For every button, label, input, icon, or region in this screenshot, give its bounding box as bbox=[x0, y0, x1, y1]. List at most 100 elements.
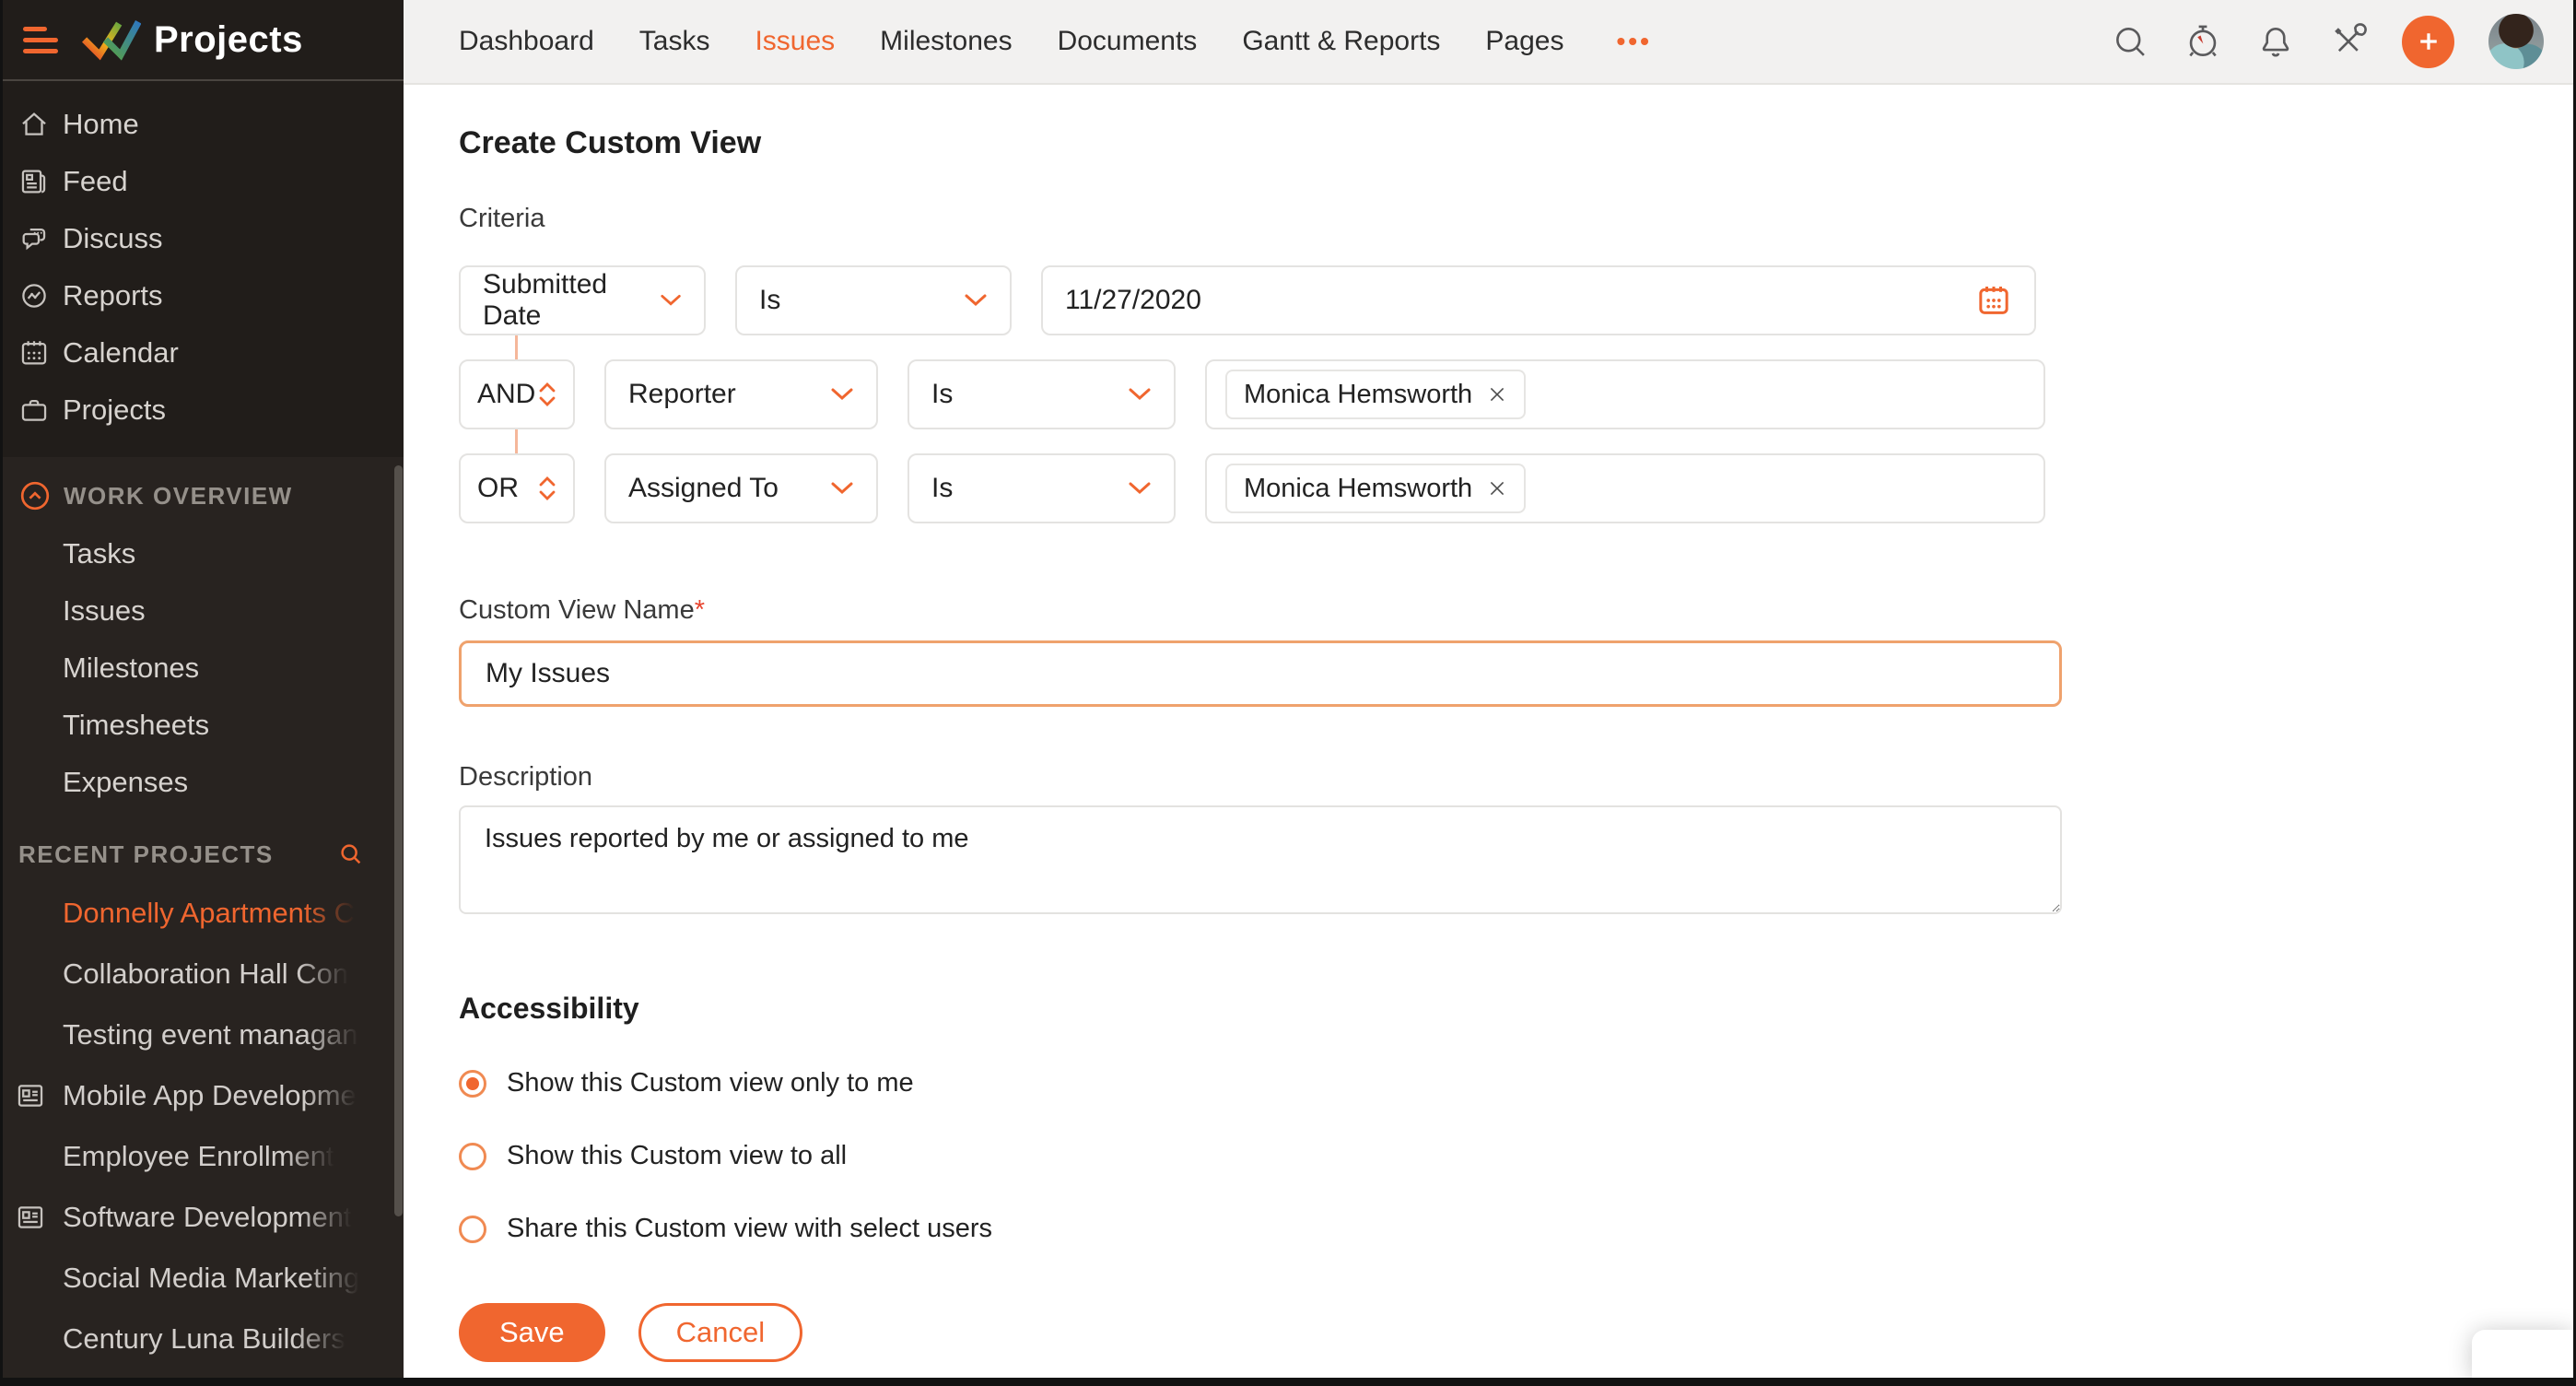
sub-item-label: Issues bbox=[63, 594, 146, 628]
sidebar: Projects Home Feed bbox=[3, 0, 404, 1378]
sidebar-item-discuss[interactable]: Discuss bbox=[3, 210, 404, 267]
tab-tasks[interactable]: Tasks bbox=[639, 26, 710, 57]
user-avatar[interactable] bbox=[2488, 14, 2544, 69]
project-label: Employee Enrollment bbox=[63, 1140, 334, 1173]
field-dropdown-value: Assigned To bbox=[628, 473, 779, 504]
app-window: Projects Home Feed bbox=[0, 0, 2576, 1386]
project-label: Social Media Marketing bbox=[63, 1262, 359, 1295]
field-dropdown-value: Submitted Date bbox=[483, 269, 660, 332]
app-title: Projects bbox=[154, 19, 303, 61]
sidebar-header: Projects bbox=[3, 0, 404, 81]
label-text: Custom View Name bbox=[459, 595, 695, 625]
sidebar-item-home[interactable]: Home bbox=[3, 96, 404, 153]
briefcase-icon bbox=[18, 394, 50, 426]
sidebar-item-reports[interactable]: Reports bbox=[3, 267, 404, 324]
radio-label: Show this Custom view only to me bbox=[507, 1068, 914, 1098]
search-icon[interactable] bbox=[2111, 22, 2149, 61]
project-item-software-development[interactable]: Software Development bbox=[3, 1187, 404, 1248]
date-value: 11/27/2020 bbox=[1065, 285, 1201, 316]
topbar-actions bbox=[2111, 14, 2544, 69]
criteria-row-1: Submitted Date Is 11/27/2020 bbox=[459, 265, 2573, 335]
remove-chip-icon[interactable] bbox=[1487, 384, 1507, 405]
value-picker-field[interactable]: Monica Hemsworth bbox=[1205, 453, 2045, 523]
recent-projects-header: RECENT PROJECTS bbox=[3, 826, 404, 883]
criteria-row-3: OR Assigned To Is Monica Hemsworth bbox=[459, 453, 2573, 523]
up-down-stepper-icon bbox=[538, 475, 556, 502]
sidebar-item-calendar[interactable]: Calendar bbox=[3, 324, 404, 382]
datepicker-calendar-icon[interactable] bbox=[1975, 282, 2012, 319]
project-label: Mobile App Developme bbox=[63, 1079, 357, 1112]
sidebar-item-label: Feed bbox=[63, 165, 128, 198]
sub-item-label: Tasks bbox=[63, 537, 135, 570]
sidebar-item-label: Home bbox=[63, 108, 139, 141]
sidebar-item-timesheets[interactable]: Timesheets bbox=[3, 697, 404, 754]
project-item-testing-event[interactable]: Testing event managan bbox=[3, 1004, 404, 1065]
sidebar-item-tasks[interactable]: Tasks bbox=[3, 525, 404, 582]
tab-dashboard[interactable]: Dashboard bbox=[459, 26, 594, 57]
condition-dropdown-value: Is bbox=[931, 379, 953, 410]
sub-item-label: Timesheets bbox=[63, 709, 209, 742]
condition-dropdown[interactable]: Is bbox=[907, 359, 1176, 429]
criteria-connector-line bbox=[515, 429, 518, 453]
operator-selector[interactable]: OR bbox=[459, 453, 575, 523]
field-dropdown[interactable]: Assigned To bbox=[604, 453, 878, 523]
save-button[interactable]: Save bbox=[459, 1303, 605, 1362]
project-item-collaboration-hall[interactable]: Collaboration Hall Con bbox=[3, 944, 404, 1004]
field-dropdown[interactable]: Reporter bbox=[604, 359, 878, 429]
reports-icon bbox=[18, 280, 50, 311]
radio-unselected-icon[interactable] bbox=[459, 1143, 486, 1170]
tab-documents[interactable]: Documents bbox=[1058, 26, 1198, 57]
project-item-employee-enrollment[interactable]: Employee Enrollment bbox=[3, 1126, 404, 1187]
recent-projects-label: RECENT PROJECTS bbox=[18, 840, 274, 869]
project-item-century-luna[interactable]: Century Luna Builders bbox=[3, 1309, 404, 1369]
sidebar-item-milestones[interactable]: Milestones bbox=[3, 640, 404, 697]
work-overview-header[interactable]: WORK OVERVIEW bbox=[3, 466, 404, 525]
operator-selector[interactable]: AND bbox=[459, 359, 575, 429]
radio-selected-icon[interactable] bbox=[459, 1070, 486, 1098]
project-label: Donnelly Apartments C bbox=[63, 897, 355, 930]
project-card-icon bbox=[15, 1202, 46, 1233]
condition-dropdown[interactable]: Is bbox=[907, 453, 1176, 523]
project-search-icon[interactable] bbox=[337, 840, 365, 868]
chevron-down-icon bbox=[660, 293, 682, 308]
sidebar-item-feed[interactable]: Feed bbox=[3, 153, 404, 210]
add-new-button[interactable] bbox=[2402, 16, 2454, 68]
radio-option-select-users[interactable]: Share this Custom view with select users bbox=[459, 1214, 2573, 1244]
project-label: Collaboration Hall Con bbox=[63, 957, 348, 991]
tab-pages[interactable]: Pages bbox=[1485, 26, 1563, 57]
sidebar-item-issues[interactable]: Issues bbox=[3, 582, 404, 640]
radio-option-to-all[interactable]: Show this Custom view to all bbox=[459, 1141, 2573, 1171]
project-item-mobile-app[interactable]: Mobile App Developme bbox=[3, 1065, 404, 1126]
tools-icon[interactable] bbox=[2329, 22, 2368, 61]
condition-dropdown[interactable]: Is bbox=[735, 265, 1012, 335]
radio-unselected-icon[interactable] bbox=[459, 1216, 486, 1243]
field-dropdown[interactable]: Submitted Date bbox=[459, 265, 706, 335]
sidebar-scrollbar-thumb[interactable] bbox=[394, 465, 403, 1216]
description-textarea[interactable] bbox=[459, 805, 2062, 914]
tab-gantt-reports[interactable]: Gantt & Reports bbox=[1242, 26, 1440, 57]
calendar-icon bbox=[18, 337, 50, 369]
sidebar-item-expenses[interactable]: Expenses bbox=[3, 754, 404, 811]
tab-issues[interactable]: Issues bbox=[755, 26, 835, 57]
selected-user-chip: Monica Hemsworth bbox=[1225, 464, 1526, 513]
create-custom-view-panel: Create Custom View Criteria Submitted Da… bbox=[404, 87, 2573, 1378]
cancel-button[interactable]: Cancel bbox=[638, 1303, 803, 1362]
custom-view-name-input[interactable] bbox=[459, 640, 2062, 707]
remove-chip-icon[interactable] bbox=[1487, 478, 1507, 499]
tab-milestones[interactable]: Milestones bbox=[880, 26, 1012, 57]
floating-widget[interactable] bbox=[2472, 1330, 2573, 1378]
project-item-social-media[interactable]: Social Media Marketing bbox=[3, 1248, 404, 1309]
chevron-down-icon bbox=[830, 387, 854, 402]
timer-icon[interactable] bbox=[2184, 22, 2222, 61]
date-input[interactable]: 11/27/2020 bbox=[1041, 265, 2036, 335]
menu-toggle-icon[interactable] bbox=[23, 27, 58, 53]
project-item-donnelly-apartments[interactable]: Donnelly Apartments C bbox=[3, 883, 404, 944]
required-asterisk: * bbox=[695, 595, 705, 625]
sidebar-item-projects[interactable]: Projects bbox=[3, 382, 404, 439]
radio-option-only-me[interactable]: Show this Custom view only to me bbox=[459, 1068, 2573, 1098]
value-picker-field[interactable]: Monica Hemsworth bbox=[1205, 359, 2045, 429]
notifications-bell-icon[interactable] bbox=[2256, 22, 2295, 61]
description-label: Description bbox=[459, 762, 2573, 793]
more-tabs-icon[interactable]: ••• bbox=[1617, 27, 1652, 56]
up-down-stepper-icon bbox=[538, 381, 556, 408]
